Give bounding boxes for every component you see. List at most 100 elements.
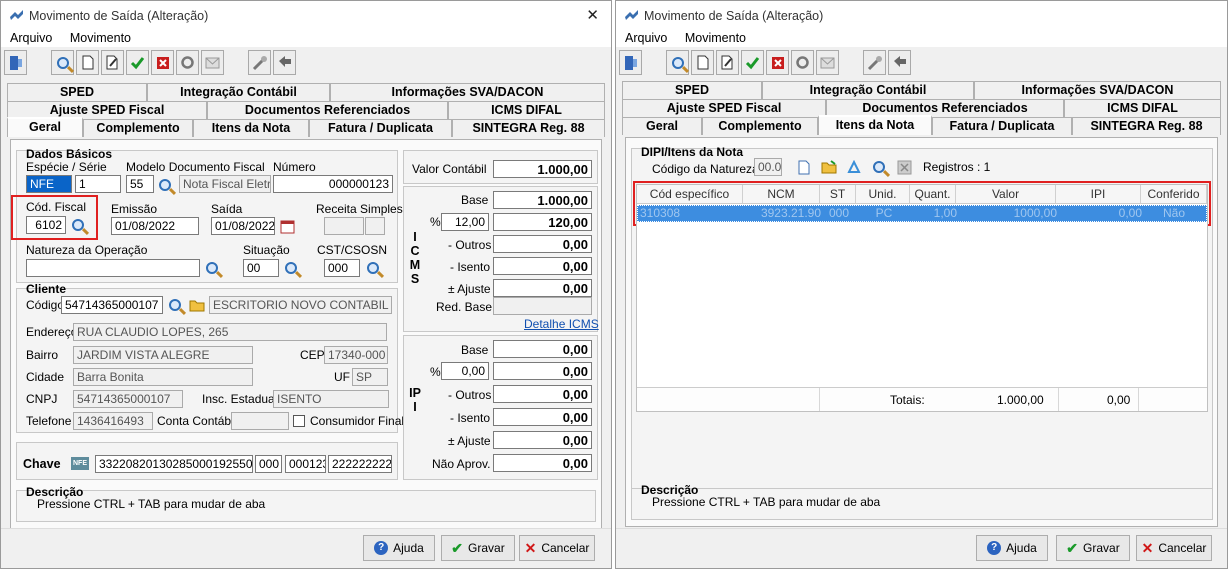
tools-icon[interactable] [248,50,271,75]
tab-informacoes-sva[interactable]: Informações SVA/DACON [974,81,1221,99]
ipi-base-input[interactable]: 0,00 [493,340,592,358]
menu-movimento[interactable]: Movimento [685,31,746,45]
nfe-icon[interactable]: NFE [69,453,91,473]
search-icon[interactable] [51,50,74,75]
icms-valor-input[interactable]: 120,00 [493,213,592,231]
tab-sped[interactable]: SPED [622,81,762,99]
ajuda-button[interactable]: ? Ajuda [363,535,435,561]
tab-integracao-contabil[interactable]: Integração Contábil [762,81,974,99]
saida-input[interactable]: 01/08/2022 [211,217,275,235]
table-row[interactable]: 310308 3923.21.90 000 PC 1,00 1000,00 0,… [637,205,1207,222]
col-quant[interactable]: Quant. [910,185,956,203]
ipi-nao-aprov-input[interactable]: 0,00 [493,454,592,472]
col-conferido[interactable]: Conferido [1141,185,1207,203]
tab-icms-difal[interactable]: ICMS DIFAL [1064,99,1221,117]
tab-documentos-referenciados[interactable]: Documentos Referenciados [207,101,448,119]
tab-fatura-duplicata[interactable]: Fatura / Duplicata [309,119,452,137]
new-document-icon[interactable] [691,50,714,75]
email-icon[interactable] [816,50,839,75]
receita-simples-button[interactable] [365,217,385,235]
ipi-outros-input[interactable]: 0,00 [493,385,592,403]
menu-movimento[interactable]: Movimento [70,31,131,45]
close-icon[interactable]: ✕ [586,1,599,31]
cliente-codigo-input[interactable]: 54714365000107 [61,296,163,314]
cst-search-icon[interactable] [363,258,383,278]
gravar-button[interactable]: ✔ Gravar [1056,535,1130,561]
natureza-search-icon[interactable] [202,258,222,278]
numero-input[interactable]: 000000123 [273,175,393,193]
situacao-search-icon[interactable] [281,258,301,278]
modelo-search-icon[interactable] [155,175,175,195]
folder-icon[interactable] [187,295,207,315]
natureza-input[interactable] [26,259,200,277]
cancelar-button[interactable]: ✕ Cancelar [519,535,595,561]
delete-icon[interactable] [151,50,174,75]
chave-part-2[interactable]: 000 [255,455,282,473]
edit-document-icon[interactable] [716,50,739,75]
exit-door-icon[interactable] [4,50,27,75]
receita-simples-input[interactable] [324,217,364,235]
exit-door-icon[interactable] [619,50,642,75]
especie-input[interactable]: NFE [26,175,72,193]
ipi-valor-input[interactable]: 0,00 [493,362,592,380]
refresh-icon[interactable] [176,50,199,75]
icms-base-input[interactable]: 1.000,00 [493,191,592,209]
tab-itens-da-nota[interactable]: Itens da Nota [193,119,309,137]
confirm-check-icon[interactable] [126,50,149,75]
confirm-check-icon[interactable] [741,50,764,75]
modelo-input[interactable]: 55 [126,175,154,193]
situacao-input[interactable]: 00 [243,259,279,277]
refresh-icon[interactable] [791,50,814,75]
back-arrow-icon[interactable] [888,50,911,75]
search-icon[interactable] [666,50,689,75]
ipi-pct-input[interactable]: 0,00 [441,362,489,380]
col-cod-especifico[interactable]: Cód específico [637,185,743,203]
tab-fatura-duplicata[interactable]: Fatura / Duplicata [932,117,1072,135]
delete-icon[interactable] [766,50,789,75]
menu-arquivo[interactable]: Arquivo [10,31,52,45]
col-st[interactable]: ST [820,185,856,203]
valor-contabil-input[interactable]: 1.000,00 [493,160,592,178]
gravar-button[interactable]: ✔ Gravar [441,535,515,561]
recycle-icon[interactable] [844,157,864,177]
tab-geral[interactable]: Geral [7,117,83,137]
tab-sintegra[interactable]: SINTEGRA Reg. 88 [1072,117,1221,135]
cliente-search-icon[interactable] [165,295,185,315]
tab-integracao-contabil[interactable]: Integração Contábil [147,83,330,101]
cancelar-button[interactable]: ✕ Cancelar [1136,535,1212,561]
serie-input[interactable]: 1 [75,175,121,193]
title-bar[interactable]: Movimento de Saída (Alteração) [616,1,1227,31]
detalhe-icms-link[interactable]: Detalhe ICMS [524,317,599,331]
back-arrow-icon[interactable] [273,50,296,75]
delete-item-icon[interactable] [894,157,914,177]
new-item-icon[interactable] [794,157,814,177]
ipi-ajuste-input[interactable]: 0,00 [493,431,592,449]
icms-pct-input[interactable]: 12,00 [441,213,489,231]
tab-complemento[interactable]: Complemento [83,119,193,137]
tab-itens-da-nota[interactable]: Itens da Nota [818,115,932,135]
tab-ajuste-sped[interactable]: Ajuste SPED Fiscal [622,99,826,117]
ipi-isento-input[interactable]: 0,00 [493,408,592,426]
new-document-icon[interactable] [76,50,99,75]
cst-input[interactable]: 000 [324,259,360,277]
col-valor[interactable]: Valor [956,185,1056,203]
tab-sped[interactable]: SPED [7,83,147,101]
emissao-input[interactable]: 01/08/2022 [111,217,199,235]
title-bar[interactable]: Movimento de Saída (Alteração) ✕ [1,1,611,31]
col-unid[interactable]: Unid. [856,185,910,203]
menu-arquivo[interactable]: Arquivo [625,31,667,45]
col-ipi[interactable]: IPI [1056,185,1141,203]
tab-geral[interactable]: Geral [622,117,702,135]
tab-informacoes-sva[interactable]: Informações SVA/DACON [330,83,605,101]
icms-ajuste-input[interactable]: 0,00 [493,279,592,297]
item-search-icon[interactable] [869,157,889,177]
chave-part-1[interactable]: 33220820130285000192550010 [95,455,253,473]
email-icon[interactable] [201,50,224,75]
chave-part-3[interactable]: 000123 [285,455,326,473]
icms-isento-input[interactable]: 0,00 [493,257,592,275]
tab-icms-difal[interactable]: ICMS DIFAL [448,101,605,119]
consumidor-final-checkbox[interactable] [293,415,305,427]
icms-outros-input[interactable]: 0,00 [493,235,592,253]
calendar-icon[interactable] [277,216,297,236]
tab-sintegra[interactable]: SINTEGRA Reg. 88 [452,119,605,137]
